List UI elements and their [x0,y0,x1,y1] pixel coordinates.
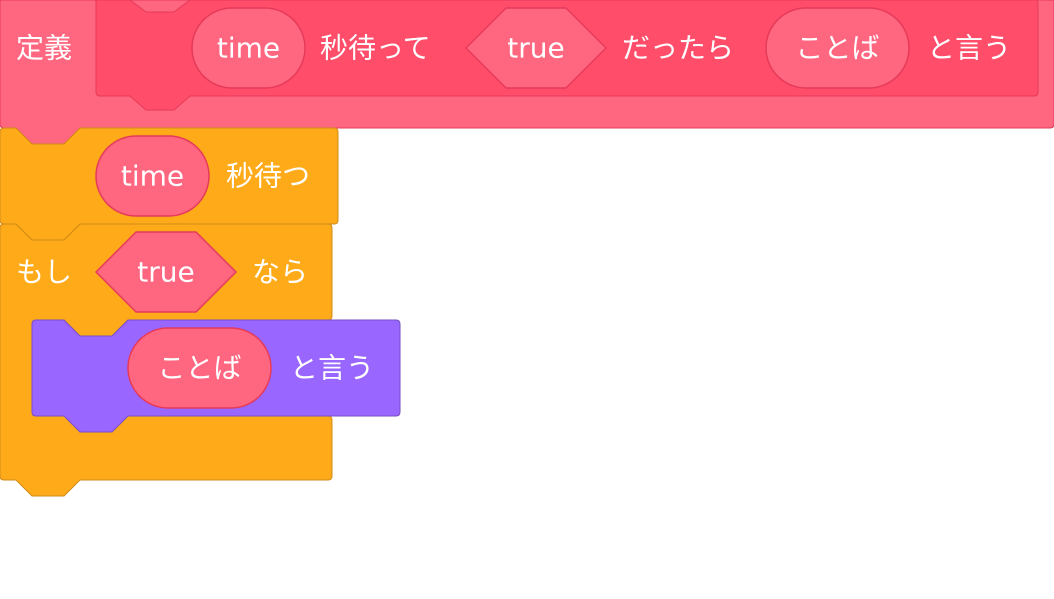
say-block[interactable]: ことば と言う [31,319,401,433]
script-canvas: 定義 time 秒待って true だったら ことば と言う time 秒待つ [0,0,1054,497]
param-word-label: ことば [795,32,879,65]
param-time-reporter[interactable]: time [191,7,306,89]
define-wait-text: 秒待って [320,32,431,65]
wait-time-label: time [121,160,184,193]
param-word-reporter[interactable]: ことば [765,7,910,89]
define-keyword: 定義 [16,32,72,65]
if-prefix: もし [16,256,72,289]
wait-label: 秒待つ [226,160,310,193]
say-label: と言う [290,352,374,385]
param-bool-label: true [507,32,564,65]
define-if-text: だったら [622,32,734,65]
define-block[interactable]: 定義 time 秒待って true だったら ことば と言う [0,0,1054,145]
define-say-text: と言う [927,32,1011,65]
if-condition-label: true [137,256,194,289]
wait-time-reporter[interactable]: time [95,135,210,217]
if-suffix: なら [252,256,308,289]
say-word-reporter[interactable]: ことば [127,327,272,409]
param-time-label: time [217,32,280,65]
wait-block[interactable]: time 秒待つ [0,127,339,241]
say-word-label: ことば [157,352,241,385]
